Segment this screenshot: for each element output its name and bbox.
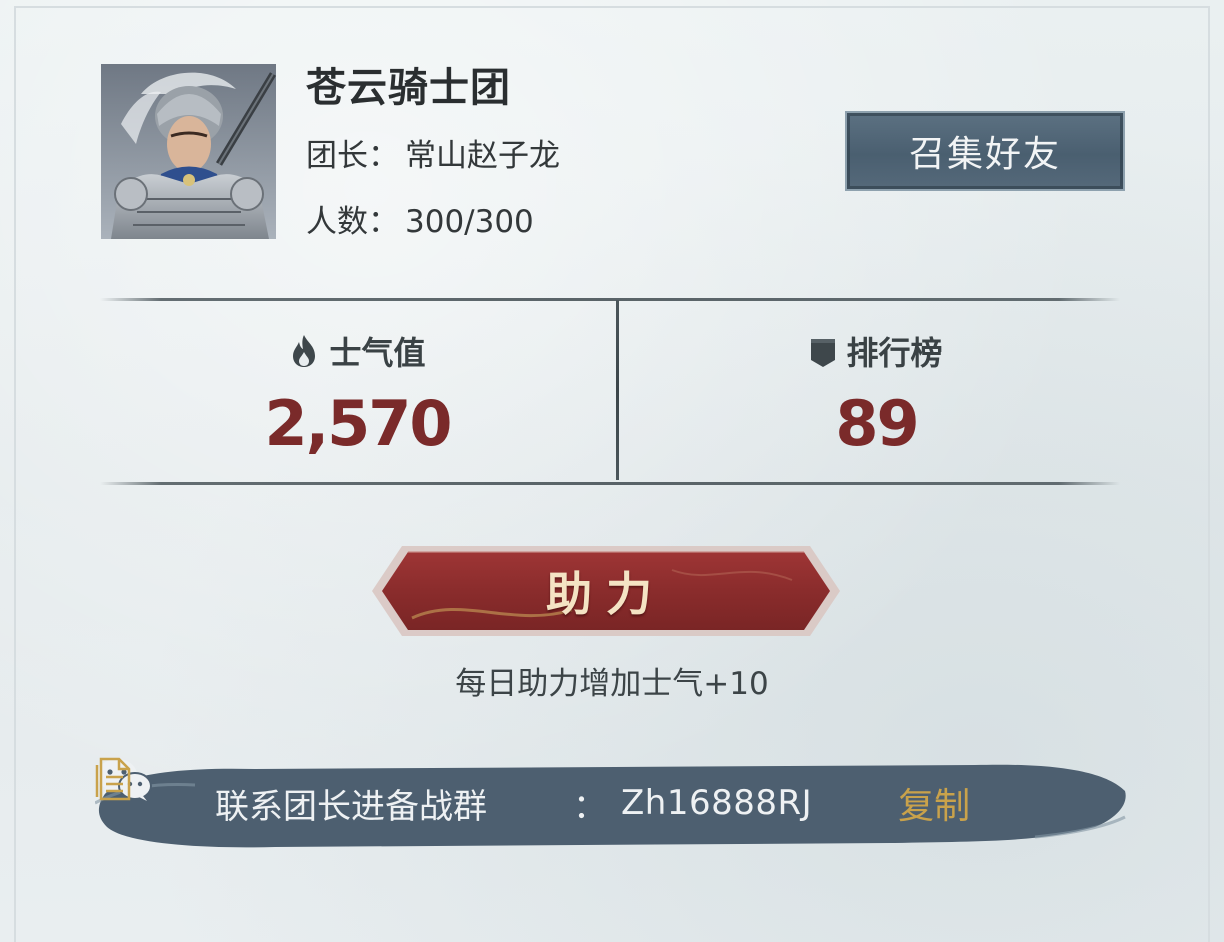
flame-icon	[289, 334, 319, 377]
guild-panel: 苍云骑士团 团长： 常山赵子龙 人数： 300/300 召集好友 士气值 2,570	[0, 0, 1224, 942]
ranking-value: 89	[835, 387, 919, 460]
ranking-label-row: 排行榜	[619, 333, 1134, 377]
guild-name: 苍云骑士团	[306, 65, 511, 111]
ranking-label: 排行榜	[846, 334, 943, 372]
leader-line: 团长： 常山赵子龙	[306, 136, 560, 176]
members-count: 300/300	[405, 204, 534, 240]
assist-button[interactable]: 助力	[372, 540, 840, 642]
morale-label-row: 士气值	[100, 333, 615, 377]
wechat-id: Zh16888RJ	[621, 783, 813, 823]
leader-avatar	[101, 64, 276, 239]
morale-label: 士气值	[329, 334, 426, 372]
leader-label: 团长：	[306, 138, 399, 174]
assist-label: 助力	[546, 567, 666, 621]
warrior-portrait-icon	[101, 64, 276, 239]
ranking-stat[interactable]: 排行榜 89	[619, 300, 1134, 480]
banner-icon	[810, 337, 836, 377]
members-line: 人数： 300/300	[306, 202, 534, 242]
contact-band: 联系团长进备战群 ： Zh16888RJ 复制	[95, 757, 1130, 849]
contact-colon: ：	[573, 786, 607, 827]
copy-button[interactable]: 复制	[95, 757, 971, 829]
summon-friends-button[interactable]: 召集好友	[845, 111, 1125, 191]
morale-value: 2,570	[264, 387, 452, 460]
leader-name: 常山赵子龙	[405, 138, 560, 174]
document-icon	[95, 757, 888, 825]
assist-hint: 每日助力增加士气+10	[455, 666, 769, 702]
members-label: 人数：	[306, 204, 399, 240]
contact-text: 联系团长进备战群	[215, 786, 487, 827]
contact-row: 联系团长进备战群 ： Zh16888RJ 复制	[95, 757, 1130, 849]
morale-stat: 士气值 2,570	[100, 300, 615, 480]
stats-divider-bottom	[100, 482, 1120, 485]
copy-label: 复制	[898, 786, 971, 827]
wechat-icon	[97, 759, 559, 825]
